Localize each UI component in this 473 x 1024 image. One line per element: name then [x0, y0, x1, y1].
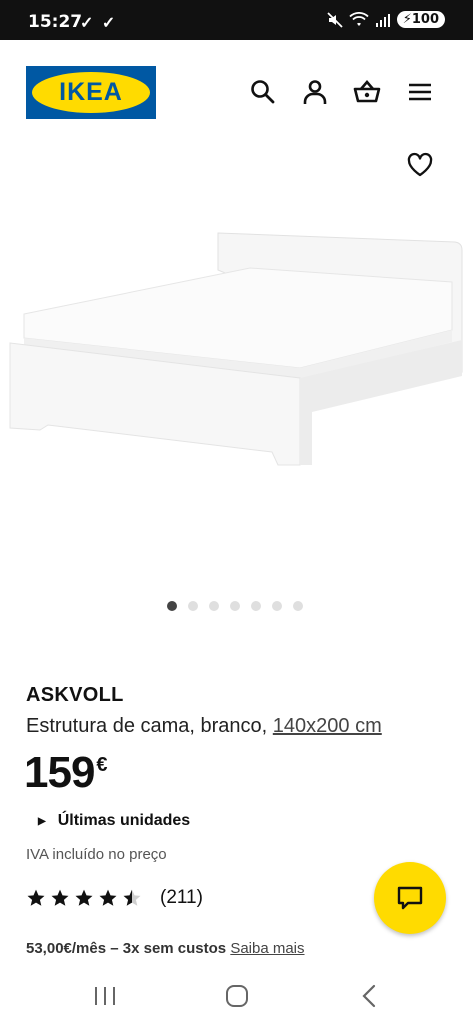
favorite-heart-icon[interactable]	[407, 152, 433, 178]
review-count: (211)	[160, 887, 203, 908]
carousel-dot[interactable]	[209, 601, 219, 611]
star-icon	[99, 889, 117, 906]
battery-level: 100	[411, 12, 439, 27]
search-icon[interactable]	[249, 78, 277, 106]
back-icon[interactable]	[354, 982, 384, 1010]
home-icon[interactable]	[222, 982, 252, 1010]
basket-icon[interactable]	[353, 78, 381, 106]
carousel-dot[interactable]	[167, 601, 177, 611]
wifi-icon	[349, 11, 369, 26]
stock-status-text: Últimas unidades	[57, 812, 191, 829]
price-value: 159	[24, 748, 95, 797]
financing-text: 53,00€/mês – 3x sem custos	[26, 940, 227, 957]
financing-info: 53,00€/mês – 3x sem custos Saiba mais	[26, 940, 305, 957]
price-currency: €	[96, 754, 107, 776]
product-description: Estrutura de cama, branco, 140x200 cm	[26, 715, 382, 738]
carousel-dot[interactable]	[188, 601, 198, 611]
ikea-logo[interactable]: IKEA	[26, 66, 156, 119]
carousel-dot[interactable]	[230, 601, 240, 611]
stock-status-toggle[interactable]: ▶ Últimas unidades	[38, 812, 190, 830]
star-icon	[75, 889, 93, 906]
status-time: 15:27	[28, 12, 83, 32]
status-check-icons: ✓ ✓	[80, 15, 118, 32]
learn-more-link[interactable]: Saiba mais	[230, 940, 304, 957]
image-carousel-dots	[167, 601, 303, 611]
product-price: 159 €	[24, 748, 108, 798]
chat-icon	[397, 886, 423, 910]
status-bar: 15:27 ✓ ✓ ⚡100	[0, 0, 473, 40]
signal-icon	[375, 13, 390, 27]
logo-text: IKEA	[59, 78, 123, 106]
product-rating[interactable]: (211)	[26, 887, 203, 909]
vat-note: IVA incluído no preço	[26, 846, 167, 863]
status-right-icons: ⚡100	[327, 11, 445, 28]
caret-right-icon: ▶	[38, 815, 46, 827]
charging-icon: ⚡	[402, 12, 412, 27]
product-type: Estrutura de cama, branco,	[26, 715, 268, 737]
chat-button[interactable]	[374, 862, 446, 934]
product-name: ASKVOLL	[26, 684, 124, 706]
carousel-dot[interactable]	[293, 601, 303, 611]
menu-icon[interactable]	[406, 78, 434, 106]
user-icon[interactable]	[301, 78, 329, 106]
recent-apps-icon[interactable]	[90, 982, 120, 1010]
site-header: IKEA	[0, 40, 473, 140]
system-navigation-bar	[0, 966, 473, 1024]
product-image[interactable]	[0, 190, 473, 500]
mute-icon	[327, 11, 343, 28]
half-star-icon	[123, 889, 141, 906]
carousel-dot[interactable]	[272, 601, 282, 611]
carousel-dot[interactable]	[251, 601, 261, 611]
battery-indicator: ⚡100	[396, 11, 445, 28]
star-icon	[51, 889, 69, 906]
star-icon	[27, 889, 45, 906]
product-size-link[interactable]: 140x200 cm	[273, 715, 382, 737]
